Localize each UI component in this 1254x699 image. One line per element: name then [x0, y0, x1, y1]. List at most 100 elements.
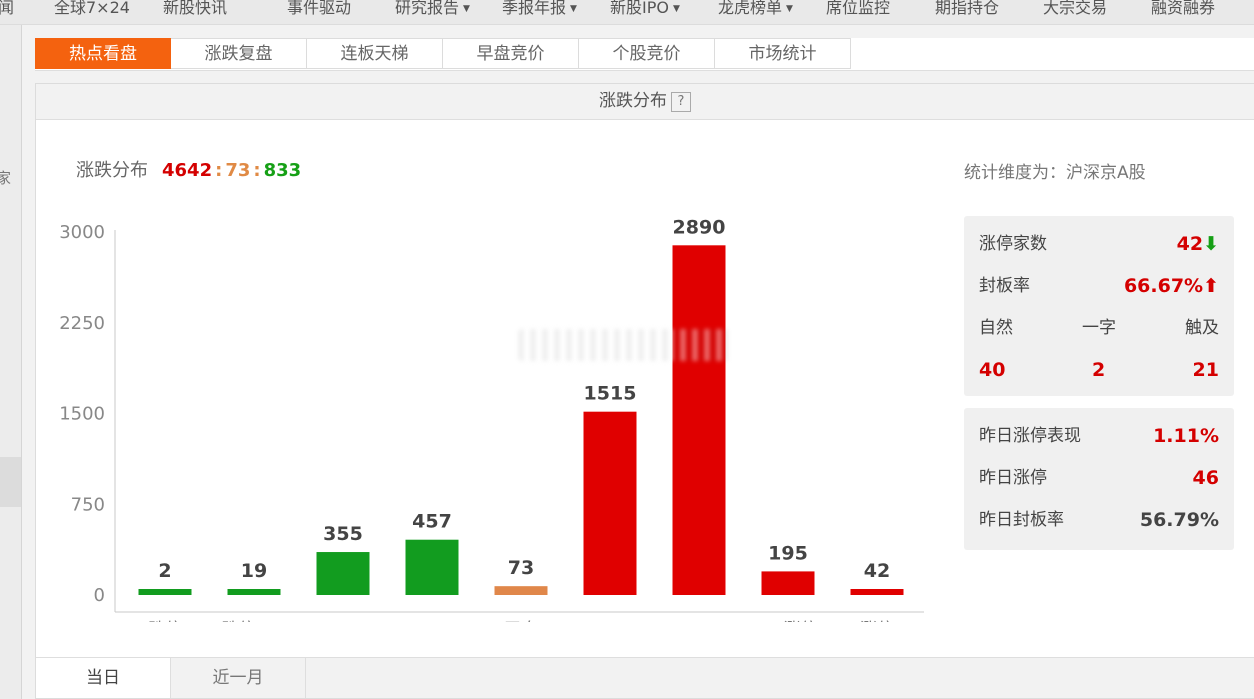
y-tick-label: 1500 [59, 404, 105, 425]
nav-item[interactable]: 大宗交易 [1043, 0, 1107, 18]
x-tick-label: 平盘 [504, 620, 538, 622]
bar-value-label: 2 [158, 560, 171, 582]
flat-count: 73 [225, 160, 251, 181]
yesterday-perf-label: 昨日涨停表现 [979, 426, 1081, 446]
tab-4[interactable]: 个股竞价 [579, 38, 715, 69]
distribution-panel: 涨跌分布? 涨跌分布 4642:73:833 统计维度为：沪深京A股 0 750 15… [35, 83, 1254, 699]
nav-item-label: 季报年报 [502, 0, 567, 17]
bar [761, 571, 815, 595]
bar-value-label: 42 [864, 560, 890, 582]
nav-item-label: 全球7×24 [54, 0, 130, 17]
bottom-tab-0[interactable]: 当日 [36, 658, 171, 698]
bar [405, 539, 459, 595]
tab-bar: 热点看盘 涨跌复盘 连板天梯 早盘竞价 个股竞价 市场统计 [35, 38, 1254, 71]
x-tick-label: 跌停 [148, 620, 182, 622]
yesterday-perf-row: 昨日涨停表现 1.11% [979, 422, 1219, 450]
bar-value-label: 457 [412, 511, 452, 533]
nav-item-label: 研究报告 [395, 0, 460, 17]
limit-count-value: 42⬇ [1177, 230, 1219, 258]
nav-item[interactable]: 融资融券 [1151, 0, 1215, 18]
natural-label: 自然 [979, 318, 1013, 338]
yizi-label: 一字 [1082, 318, 1116, 338]
bar-value-label: 195 [768, 542, 808, 564]
nav-item[interactable]: 事件驱动 [287, 0, 351, 18]
x-tick-label: 5~涨停 [758, 620, 817, 622]
caret-down-icon: ▼ [570, 4, 577, 14]
x-tick-label: 1~5 [681, 620, 717, 622]
help-icon[interactable]: ? [671, 92, 691, 112]
nav-item-label: 席位监控 [826, 0, 891, 17]
caret-down-icon: ▼ [786, 4, 793, 14]
limit-type-values: 40 2 21 [979, 356, 1219, 384]
nav-item[interactable]: 研究报告 ▼ [395, 0, 470, 18]
x-tick-label: 0~1 [592, 620, 628, 622]
summary-label: 涨跌分布 [76, 160, 148, 181]
x-tick-label: -1~0 [411, 620, 453, 622]
limit-count-row: 涨停家数 42⬇ [979, 230, 1219, 258]
nav-item[interactable]: 闻 [0, 0, 14, 18]
nav-item-label: 新股IPO [610, 0, 669, 17]
top-nav: 闻全球7×24新股快讯事件驱动研究报告▼季报年报▼新股IPO▼龙虎榜单▼席位监控… [0, 0, 1254, 25]
panel-title: 涨跌分布 [599, 91, 667, 111]
nav-item-label: 事件驱动 [287, 0, 352, 17]
nav-item[interactable]: 新股快讯 [163, 0, 227, 18]
summary-sep: : [215, 160, 223, 181]
limit-up-card: 涨停家数 42⬇ 封板率 66.67%⬆ 自然 一字 触及 40 2 21 [964, 216, 1234, 396]
yesterday-limit-row: 昨日涨停 46 [979, 464, 1219, 492]
nav-item-label: 期指持仓 [935, 0, 1000, 17]
limit-count-label: 涨停家数 [979, 234, 1047, 254]
seal-rate-label: 封板率 [979, 276, 1030, 296]
tab-2[interactable]: 连板天梯 [307, 38, 443, 69]
bar [583, 411, 637, 595]
y-tick-label: 750 [71, 494, 105, 515]
arrow-down-icon: ⬇ [1203, 233, 1219, 255]
tab-3[interactable]: 早盘竞价 [443, 38, 579, 69]
yizi-value: 2 [1092, 359, 1106, 381]
arrow-up-icon: ⬆ [1203, 275, 1219, 297]
nav-item-label: 新股快讯 [163, 0, 228, 17]
yesterday-limit-label: 昨日涨停 [979, 468, 1047, 488]
nav-item[interactable]: 全球7×24 [54, 0, 130, 18]
seal-rate-number: 66.67% [1123, 275, 1204, 297]
x-axis-unit: (%) [919, 620, 948, 622]
bar-value-label: 2890 [673, 216, 726, 238]
panel-header: 涨跌分布? [36, 84, 1254, 120]
yesterday-seal-label: 昨日封板率 [979, 510, 1064, 530]
summary-sep: : [253, 160, 261, 181]
nav-item[interactable]: 席位监控 [826, 0, 890, 18]
x-tick-label: 涨停 [860, 620, 894, 622]
bottom-tab-1[interactable]: 近一月 [171, 658, 306, 698]
x-tick-label: -5~-1 [319, 620, 367, 622]
y-tick-label: 2250 [59, 313, 105, 334]
nav-item[interactable]: 季报年报 ▼ [502, 0, 577, 18]
tab-1[interactable]: 涨跌复盘 [171, 38, 307, 69]
bar [494, 586, 548, 595]
distribution-bar-chart: 0 750 1500 2250 3000 2 跌停 19 跌停~-5 355 -5~-1 457 -1~… [59, 216, 949, 622]
bar [316, 552, 370, 595]
sidebar-fragment: 家 [0, 169, 12, 187]
yesterday-perf-value: 1.11% [1153, 425, 1219, 447]
natural-value: 40 [979, 359, 1006, 381]
bottom-tab-bar: 当日 近一月 [36, 657, 1254, 698]
limit-type-labels: 自然 一字 触及 [979, 314, 1219, 342]
tab-5[interactable]: 市场统计 [715, 38, 851, 69]
bar [850, 589, 904, 595]
nav-item[interactable]: 龙虎榜单 ▼ [718, 0, 793, 18]
nav-item-label: 闻 [0, 0, 14, 17]
touch-value: 21 [1192, 359, 1219, 381]
sidebar-selected-item[interactable] [0, 457, 21, 507]
touch-label: 触及 [1185, 318, 1219, 338]
y-tick-label: 3000 [59, 222, 105, 243]
yesterday-seal-value: 56.79% [1139, 509, 1219, 531]
rise-count: 4642 [162, 160, 213, 181]
nav-item[interactable]: 期指持仓 [935, 0, 999, 18]
limit-count-number: 42 [1176, 233, 1204, 255]
yesterday-limit-card: 昨日涨停表现 1.11% 昨日涨停 46 昨日封板率 56.79% [964, 408, 1234, 550]
bar-value-label: 355 [323, 523, 363, 545]
bar [227, 589, 281, 595]
caret-down-icon: ▼ [463, 4, 470, 14]
caret-down-icon: ▼ [672, 4, 680, 14]
nav-item[interactable]: 新股IPO ▼ [610, 0, 680, 18]
nav-item-label: 大宗交易 [1043, 0, 1108, 17]
tab-0[interactable]: 热点看盘 [35, 38, 172, 69]
